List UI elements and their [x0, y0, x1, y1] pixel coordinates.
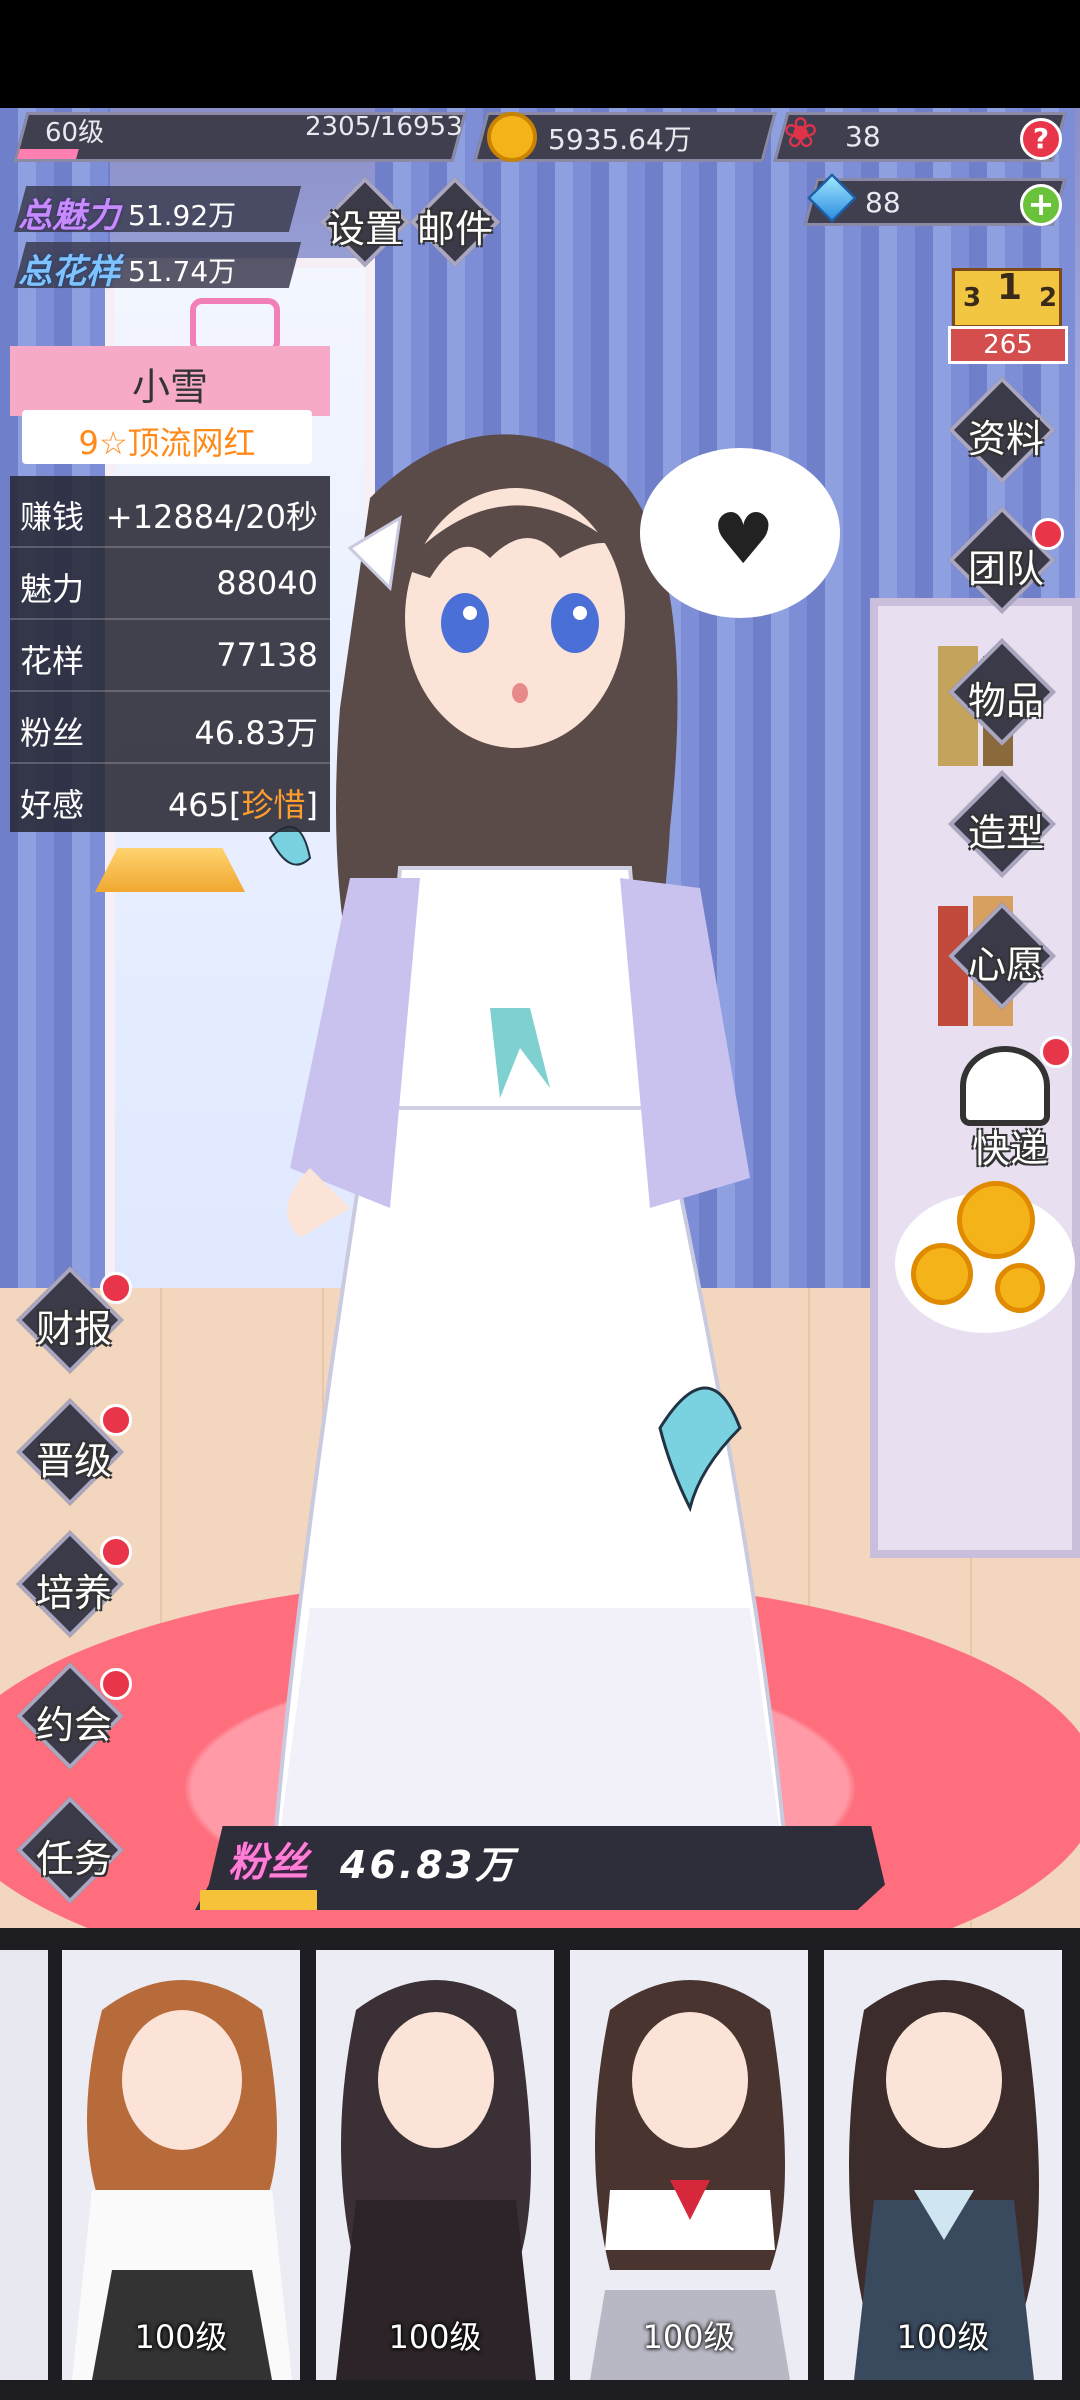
game-scene: ♥ 60级 2305/16953 5935.64万 ❀ 38 ? 88 + 总魅… — [0, 108, 1080, 1928]
tasks-button[interactable]: 任务 — [14, 1796, 134, 1908]
styling-button[interactable]: 造型 — [946, 770, 1066, 882]
promote-button[interactable]: 晋级 — [14, 1398, 134, 1510]
stat-row: 花样 77138 — [10, 620, 330, 692]
fans-progress — [200, 1890, 317, 1910]
delivery-icon — [960, 1046, 1050, 1126]
notification-dot — [100, 1404, 132, 1436]
fans-value: 46.83万 — [340, 1843, 517, 1887]
coin-icon — [487, 112, 537, 162]
financial-report-label: 财报 — [35, 1307, 112, 1351]
team-button[interactable]: 团队 — [946, 506, 1066, 618]
financial-report-button[interactable]: 财报 — [14, 1266, 134, 1378]
stat-row: 魅力 88040 — [10, 548, 330, 620]
notification-dot — [1032, 518, 1064, 550]
train-label: 培养 — [35, 1571, 112, 1615]
rose-value: 38 — [845, 120, 881, 153]
card-level: 100级 — [896, 2318, 990, 2356]
exp-fill — [17, 149, 79, 159]
character-title: 9☆顶流网红 — [78, 424, 256, 462]
date-label: 约会 — [35, 1703, 112, 1747]
delivery-button[interactable]: 快递 — [940, 1036, 1080, 1176]
card-level: 100级 — [642, 2318, 736, 2356]
emote-bubble: ♥ — [640, 448, 840, 618]
items-button[interactable]: 物品 — [946, 638, 1066, 750]
fans-label: 粉丝 — [228, 1840, 308, 1886]
collapse-panel-button[interactable] — [95, 848, 245, 892]
stat-row: 粉丝 46.83万 — [10, 692, 330, 764]
plus-icon: + — [1027, 185, 1055, 223]
podium-icon: 3 1 2 — [952, 267, 1062, 328]
profile-label: 资料 — [967, 417, 1044, 461]
character-card[interactable]: 100级 — [570, 1950, 808, 2380]
total-charm-value: 51.92万 — [128, 199, 237, 232]
card-level: 100级 — [134, 2318, 228, 2356]
character-card[interactable]: 100级 — [316, 1950, 554, 2380]
styling-label: 造型 — [967, 811, 1044, 855]
coin-value: 5935.64万 — [548, 123, 692, 156]
character-card[interactable]: 100级 — [62, 1950, 300, 2380]
coin-bubble[interactable] — [895, 1181, 1075, 1333]
stat-row: 好感 465[珍惜] — [20, 786, 318, 824]
coin-icon — [995, 1263, 1045, 1313]
mail-label: 邮件 — [416, 207, 493, 251]
total-pattern-value: 51.74万 — [128, 255, 237, 288]
help-icon: ? — [1032, 122, 1050, 155]
train-button[interactable]: 培养 — [14, 1530, 134, 1642]
stat-row: 赚钱 +12884/20秒 — [10, 476, 330, 548]
character-stats-panel: 赚钱 +12884/20秒 魅力 88040 花样 77138 粉丝 46.83万 好感… — [10, 476, 330, 832]
wish-button[interactable]: 心愿 — [946, 902, 1066, 1014]
wish-label: 心愿 — [967, 943, 1044, 987]
rose-icon: ❀ — [783, 108, 819, 157]
card-level: 100级 — [388, 2318, 482, 2356]
total-charm-label: 总魅力 — [18, 196, 120, 236]
level-label: 60级 — [45, 118, 105, 148]
total-pattern-label: 总花样 — [18, 252, 120, 292]
help-button[interactable]: ? — [1020, 118, 1062, 160]
delivery-label: 快递 — [971, 1127, 1048, 1171]
rank-value: 265 — [948, 326, 1068, 364]
notification-dot — [1040, 1036, 1072, 1068]
add-gem-button[interactable]: + — [1020, 184, 1062, 226]
notification-dot — [100, 1668, 132, 1700]
gem-value: 88 — [865, 186, 901, 219]
tasks-label: 任务 — [35, 1837, 112, 1881]
character-name: 小雪 — [131, 365, 208, 409]
coin-icon — [957, 1181, 1035, 1259]
profile-button[interactable]: 资料 — [946, 376, 1066, 488]
notification-dot — [100, 1272, 132, 1304]
date-button[interactable]: 约会 — [14, 1662, 134, 1774]
mail-button[interactable]: 邮件 — [395, 168, 515, 278]
partial-card[interactable] — [0, 1950, 48, 2380]
promote-label: 晋级 — [35, 1439, 112, 1483]
notification-dot — [100, 1536, 132, 1568]
exp-value: 2305/16953 — [305, 112, 463, 142]
character-card[interactable]: 100级 — [824, 1950, 1062, 2380]
finger-heart-icon: ♥ — [712, 498, 775, 580]
ranking-button[interactable]: 3 1 2 265 — [948, 248, 1068, 368]
coin-icon — [911, 1243, 973, 1305]
items-label: 物品 — [967, 679, 1044, 723]
